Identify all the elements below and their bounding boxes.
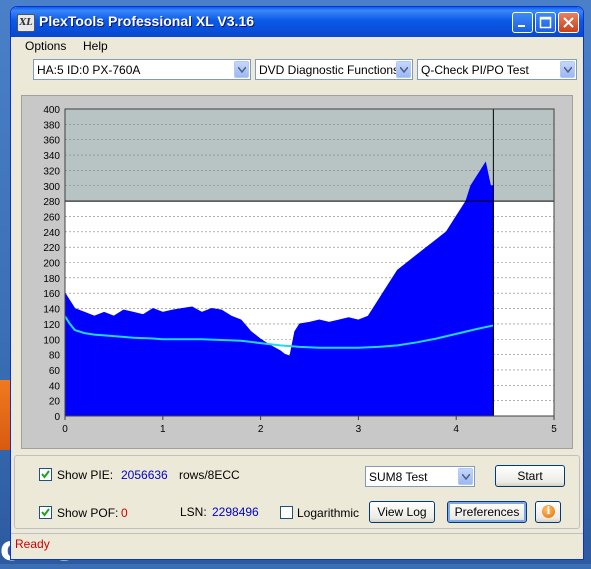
test-select[interactable]: Q-Check PI/PO Test bbox=[417, 59, 577, 80]
function-select-value: DVD Diagnostic Functions bbox=[259, 63, 400, 77]
x-tick-label: 5 bbox=[551, 424, 557, 435]
y-tick-label: 220 bbox=[43, 243, 60, 254]
y-tick-label: 180 bbox=[43, 274, 60, 285]
function-select[interactable]: DVD Diagnostic Functions bbox=[255, 59, 413, 80]
preferences-button[interactable]: Preferences bbox=[447, 501, 527, 523]
y-tick-label: 60 bbox=[49, 366, 61, 377]
status-text: Ready bbox=[15, 537, 50, 551]
x-tick-label: 3 bbox=[356, 424, 362, 435]
y-tick-label: 300 bbox=[43, 182, 60, 193]
y-tick-label: 100 bbox=[43, 335, 60, 346]
show-pie-label: Show PIE: bbox=[57, 468, 114, 482]
window-title: PlexTools Professional XL V3.16 bbox=[39, 13, 255, 29]
y-tick-label: 360 bbox=[43, 136, 60, 147]
y-tick-label: 280 bbox=[43, 197, 60, 208]
y-tick-label: 240 bbox=[43, 228, 60, 239]
start-button[interactable]: Start bbox=[495, 465, 565, 487]
close-button[interactable] bbox=[558, 12, 579, 33]
chart-panel: 0 20 40 60 80 100 120 140 160 180 200 220 240 260 280 3… bbox=[21, 95, 573, 449]
logarithmic-label: Logarithmic bbox=[297, 506, 360, 520]
maximize-icon bbox=[539, 16, 552, 29]
y-tick-label: 380 bbox=[43, 120, 60, 131]
menu-bar: Options Help bbox=[11, 37, 583, 55]
lsn-label: LSN: bbox=[180, 505, 207, 519]
menu-help[interactable]: Help bbox=[83, 39, 108, 53]
chevron-down-icon bbox=[396, 61, 411, 78]
drive-select-value: HA:5 ID:0 PX-760A bbox=[37, 63, 141, 77]
toolbar: HA:5 ID:0 PX-760A DVD Diagnostic Functio… bbox=[11, 57, 583, 83]
y-tick-label: 260 bbox=[43, 212, 60, 223]
info-icon: i bbox=[542, 505, 555, 518]
show-pie-checkbox[interactable] bbox=[39, 468, 52, 481]
status-bar: Ready bbox=[11, 533, 583, 554]
checkmark-icon bbox=[41, 508, 50, 517]
maximize-button[interactable] bbox=[535, 12, 556, 33]
x-tick-label: 2 bbox=[258, 424, 264, 435]
test-mode-select[interactable]: SUM8 Test bbox=[365, 466, 475, 487]
chevron-down-icon bbox=[234, 61, 249, 78]
checkmark-icon bbox=[41, 470, 50, 479]
pof-value: 0 bbox=[121, 506, 128, 520]
y-tick-label: 340 bbox=[43, 151, 60, 162]
y-tick-label: 80 bbox=[49, 351, 61, 362]
y-tick-label: 40 bbox=[49, 381, 61, 392]
show-pof-checkbox[interactable] bbox=[39, 506, 52, 519]
title-bar[interactable]: XL PlexTools Professional XL V3.16 bbox=[11, 7, 583, 37]
drive-select[interactable]: HA:5 ID:0 PX-760A bbox=[33, 59, 251, 80]
app-window: XL PlexTools Professional XL V3.16 Optio… bbox=[10, 6, 584, 560]
y-tick-label: 140 bbox=[43, 305, 60, 316]
test-select-value: Q-Check PI/PO Test bbox=[421, 63, 529, 77]
y-tick-label: 320 bbox=[43, 166, 60, 177]
app-logo-icon: XL bbox=[17, 14, 35, 32]
controls-panel: Show PIE: 2056636 rows/8ECC SUM8 Test St… bbox=[14, 455, 580, 529]
y-tick-label: 120 bbox=[43, 320, 60, 331]
x-tick-label: 0 bbox=[62, 424, 68, 435]
x-tick-label: 4 bbox=[453, 424, 459, 435]
test-mode-value: SUM8 Test bbox=[369, 470, 428, 484]
lsn-value: 2298496 bbox=[212, 505, 259, 519]
show-pof-label: Show POF: bbox=[57, 506, 119, 520]
x-tick-label: 1 bbox=[160, 424, 166, 435]
y-tick-label: 0 bbox=[54, 412, 60, 423]
y-tick-label: 400 bbox=[43, 105, 60, 116]
logarithmic-checkbox[interactable] bbox=[280, 506, 293, 519]
info-button[interactable]: i bbox=[535, 501, 561, 523]
close-icon bbox=[563, 17, 574, 28]
chevron-down-icon bbox=[458, 468, 473, 485]
chevron-down-icon bbox=[560, 61, 575, 78]
y-tick-label: 200 bbox=[43, 259, 60, 270]
view-log-button[interactable]: View Log bbox=[369, 501, 435, 523]
pie-unit: rows/8ECC bbox=[179, 468, 240, 482]
pie-value: 2056636 bbox=[121, 468, 168, 482]
y-tick-label: 20 bbox=[49, 397, 61, 408]
minimize-icon bbox=[518, 25, 525, 27]
pi-po-chart: 0204060801001201401601802002202402602803… bbox=[43, 105, 557, 435]
minimize-button[interactable] bbox=[512, 12, 533, 33]
y-tick-label: 160 bbox=[43, 289, 60, 300]
menu-options[interactable]: Options bbox=[25, 39, 66, 53]
